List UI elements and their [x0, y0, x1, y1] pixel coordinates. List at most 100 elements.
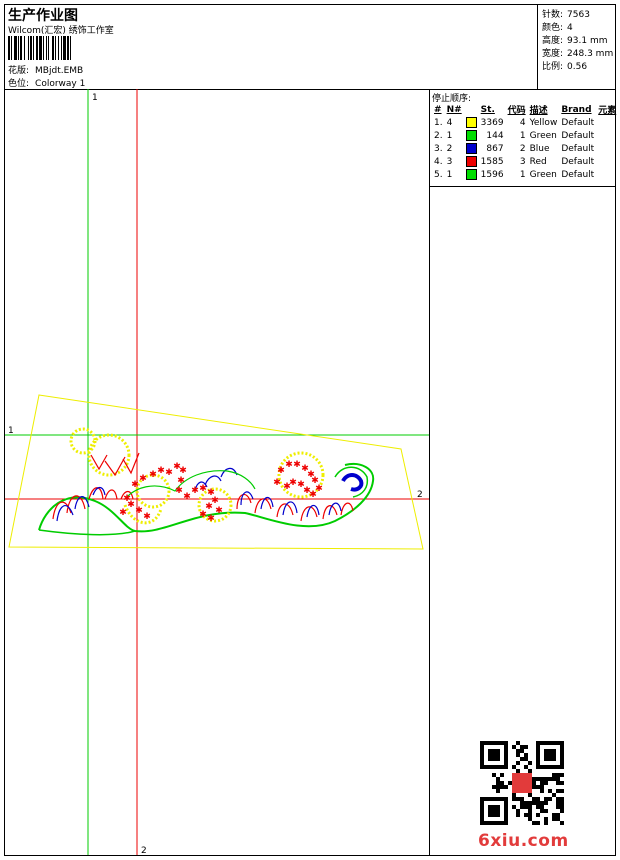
qr-module	[524, 765, 528, 769]
qr-module	[556, 773, 560, 777]
qr-module	[540, 809, 544, 813]
row-brand: Default	[561, 156, 595, 167]
colorway-value: Colorway 1	[35, 79, 86, 89]
col-header: 元素	[598, 106, 617, 116]
row-index: 5.	[434, 169, 443, 180]
stop-row: 2. 1 144 1 Green Default	[432, 129, 618, 142]
color-swatch-box	[465, 143, 477, 154]
qr-module	[512, 765, 516, 769]
row-element	[596, 155, 618, 168]
design-preview: 1 2 1 2 ✱✱✱✱ ✱ ✱ ✱✱✱✱✱✱✱ ✱ ✱✱✱✱✱✱✱✱✱✱✱✱ …	[5, 89, 429, 855]
qr-module	[532, 801, 536, 805]
qr-finder	[488, 749, 500, 761]
qr-module	[516, 813, 520, 817]
qr-module	[512, 797, 516, 801]
design-info-box: 针数: 7563 颜色: 4 高度: 93.1 mm 宽度: 248.3 mm 比例: 0…	[537, 5, 616, 89]
colorway-line: 色位: Colorway 1	[8, 76, 85, 89]
guide-label-v2: 2	[141, 846, 147, 855]
qr-module	[556, 813, 560, 817]
qr-module	[516, 809, 520, 813]
row-stitches: 1585	[480, 156, 504, 167]
qr-module	[556, 777, 560, 781]
row-code: 1	[519, 169, 526, 180]
color-swatch-box	[465, 169, 477, 180]
stitch-marker: ✱	[179, 466, 187, 476]
qr-module	[552, 777, 556, 781]
row-stitches: 1596	[480, 169, 504, 180]
qr-module	[516, 761, 520, 765]
qr-module	[520, 749, 524, 753]
qr-module	[544, 781, 548, 785]
qr-module	[544, 777, 548, 781]
qr-module	[516, 753, 520, 757]
qr-module	[496, 781, 500, 785]
stitch-marker: ✱	[191, 486, 199, 496]
qr-module	[540, 781, 544, 785]
stop-row: 5. 1 1596 1 Green Default	[432, 168, 618, 181]
qr-module	[528, 769, 532, 773]
qr-module	[492, 785, 496, 789]
stitch-marker: ✱	[131, 480, 139, 490]
qr-module	[520, 801, 524, 805]
info-stitches-value: 7563	[567, 10, 590, 20]
color-swatch	[464, 142, 479, 155]
guide-label-h2: 2	[417, 490, 423, 500]
stitch-marker: ✱	[205, 502, 213, 512]
row-description: Green	[529, 130, 557, 141]
stitch-marker: ✱	[175, 486, 183, 496]
qr-module	[500, 785, 504, 789]
qr-module	[544, 817, 548, 821]
row-needle: 4	[446, 117, 453, 128]
qr-module	[512, 745, 516, 749]
colorway-label: 色位:	[8, 79, 30, 89]
qr-module	[504, 785, 508, 789]
qr-finder	[544, 749, 556, 761]
qr-module	[532, 821, 536, 825]
stitch-marker: ✱	[157, 466, 165, 476]
stitch-marker: ✱	[143, 512, 151, 522]
qr-module	[552, 817, 556, 821]
stitch-marker: ✱	[119, 508, 127, 518]
guide-label-h1: 1	[8, 426, 14, 436]
qr-module	[560, 797, 564, 801]
qr-module	[528, 805, 532, 809]
stop-row: 1. 4 3369 4 Yellow Default	[432, 116, 618, 129]
qr-module	[532, 777, 536, 781]
stop-row: 4. 3 1585 3 Red Default	[432, 155, 618, 168]
info-colors: 颜色: 4	[542, 20, 573, 33]
color-swatch-box	[465, 130, 477, 141]
qr-module	[552, 793, 556, 797]
qr-module	[548, 797, 552, 801]
qr-module	[528, 809, 532, 813]
qr-module	[560, 781, 564, 785]
qr-module	[520, 757, 524, 761]
qr-module	[524, 753, 528, 757]
info-width-label: 宽度:	[542, 49, 564, 59]
qr-module	[560, 789, 564, 793]
qr-module	[500, 781, 504, 785]
color-swatch	[464, 155, 479, 168]
qr-module	[540, 801, 544, 805]
qr-module	[524, 801, 528, 805]
qr-module	[532, 785, 536, 789]
row-code: 2	[519, 143, 526, 154]
info-scale-value: 0.56	[567, 62, 588, 72]
color-swatch	[464, 116, 479, 129]
qr-module	[532, 781, 536, 785]
qr-module	[552, 773, 556, 777]
qr-module	[524, 757, 528, 761]
sheet-header: 生产作业图 Wilcom(汇宏) 绣饰工作室 花版: MBjdt.EMB 色位: C…	[5, 5, 615, 90]
info-stitches: 针数: 7563	[542, 7, 590, 20]
qr-code	[480, 741, 564, 825]
color-swatch-box	[465, 156, 477, 167]
qr-module	[508, 781, 512, 785]
qr-module	[528, 761, 532, 765]
qr-module	[512, 805, 516, 809]
qr-module	[516, 741, 520, 745]
stitch-marker: ✱	[283, 482, 291, 492]
info-height-value: 93.1 mm	[567, 36, 608, 46]
qr-module	[536, 821, 540, 825]
qr-module	[520, 745, 524, 749]
qr-module	[548, 777, 552, 781]
qr-module	[520, 797, 524, 801]
